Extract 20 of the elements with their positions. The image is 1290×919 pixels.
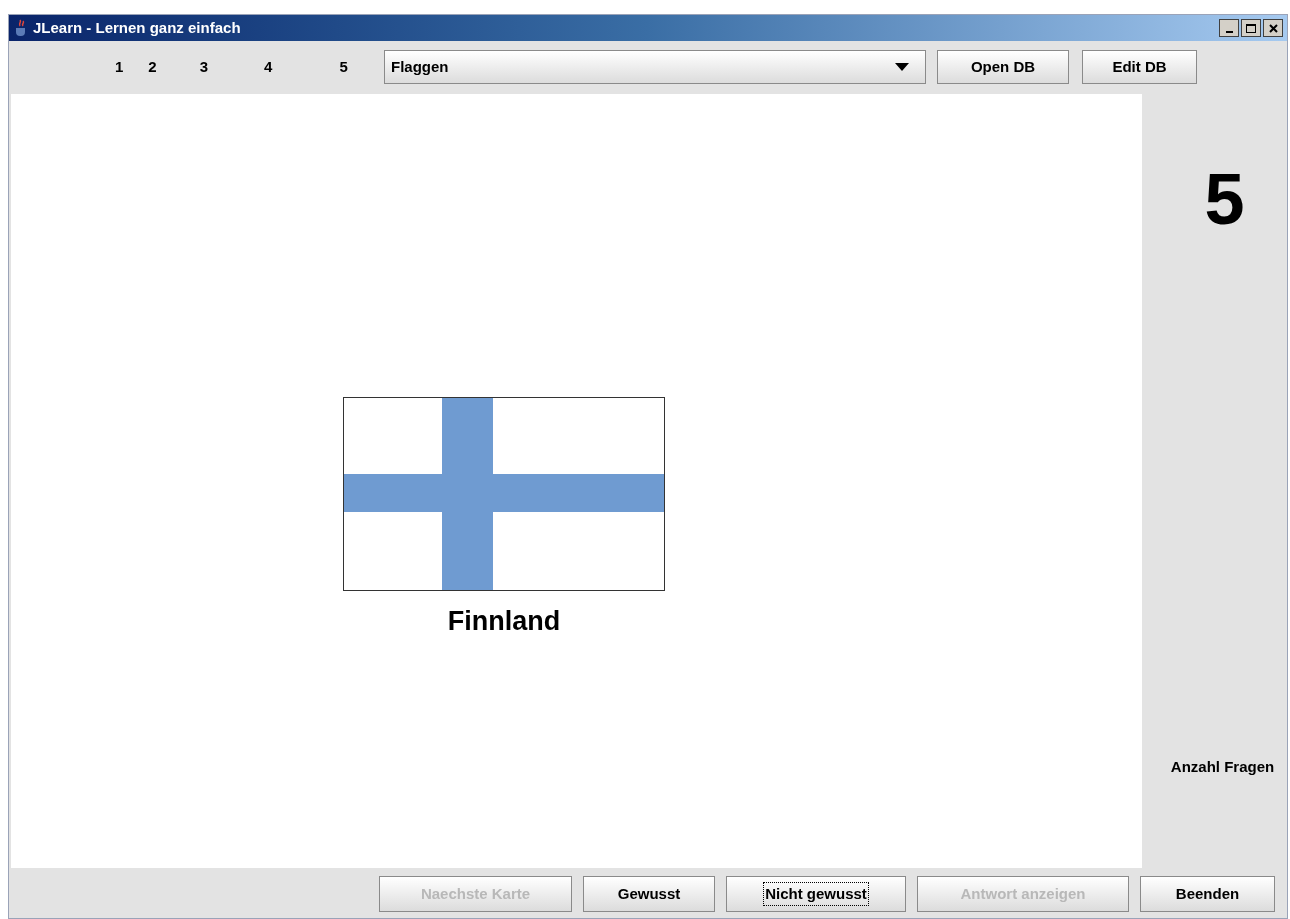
- db-button[interactable]: Edit DB: [1082, 50, 1197, 84]
- category-dropdown[interactable]: Flaggen: [384, 50, 926, 84]
- action-button[interactable]: Nicht gewusst: [726, 876, 906, 912]
- level-label: 4: [264, 56, 273, 77]
- action-button[interactable]: Beenden: [1140, 876, 1275, 912]
- level-label: 1: [115, 56, 124, 77]
- question-count: 5: [1204, 163, 1245, 235]
- caret-icon: [895, 63, 909, 71]
- level-label: 3: [199, 56, 209, 77]
- count-label: Anzahl Fragen: [1170, 756, 1275, 777]
- level-label: 5: [339, 56, 348, 77]
- maximize-button[interactable]: [1241, 19, 1261, 37]
- action-button[interactable]: Gewusst: [583, 876, 715, 912]
- window-title: JLearn - Lernen ganz einfach: [33, 17, 241, 38]
- close-icon: [1268, 23, 1278, 33]
- close-button[interactable]: [1263, 19, 1283, 37]
- answer-label: Finnland: [447, 604, 561, 638]
- db-button[interactable]: Open DB: [937, 50, 1069, 84]
- minimize-button[interactable]: [1219, 19, 1239, 37]
- level-label: 2: [148, 56, 157, 77]
